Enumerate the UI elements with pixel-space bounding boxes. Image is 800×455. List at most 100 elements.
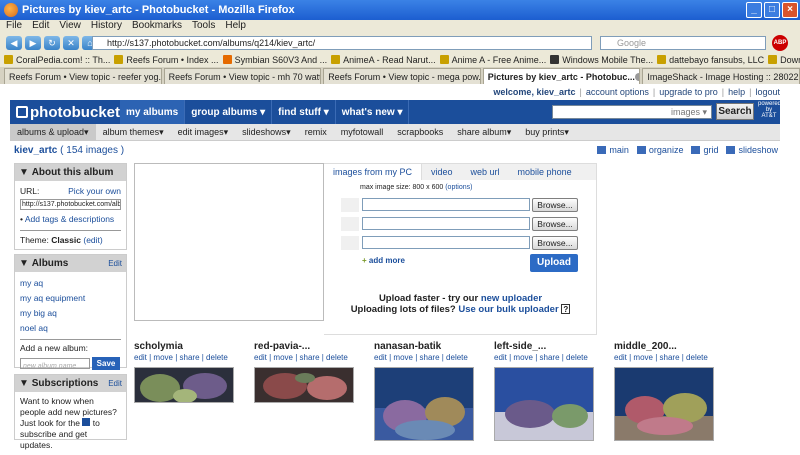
view-organize[interactable]: organize [637,145,684,155]
browser-tab[interactable]: Reefs Forum • View topic - reefer yog... [4,68,162,84]
bookmark-item[interactable]: CoralPedia.com! :: Th... [4,55,110,65]
add-tags-link[interactable]: Add tags & descriptions [25,214,114,224]
upgrade-link[interactable]: upgrade to pro [659,87,718,97]
thumbnail-title[interactable]: red-pavia-... [254,341,364,353]
upload-button[interactable]: Upload [530,254,578,272]
subnav-remix[interactable]: remix [298,127,334,137]
adblock-icon[interactable]: ABP [772,35,788,51]
album-link[interactable]: noel aq [20,323,48,333]
bookmark-item[interactable]: dattebayo fansubs, LLC [657,55,764,65]
bookmark-item[interactable]: Reefs Forum • Index ... [114,55,219,65]
new-uploader-link[interactable]: new uploader [481,293,542,304]
thumbnail-actions[interactable]: edit | move | share | delete [374,353,484,364]
subs-edit-link[interactable]: Edit [108,379,122,388]
subnav-slideshows[interactable]: slideshows▾ [235,127,298,138]
subnav-share-album[interactable]: share album▾ [450,127,518,138]
menu-view[interactable]: View [59,20,81,34]
thumbnail-actions[interactable]: edit | move | share | delete [614,353,724,364]
theme-edit-link[interactable]: (edit) [83,235,102,245]
menu-edit[interactable]: Edit [32,20,49,34]
coral-photo[interactable] [254,367,355,404]
close-button[interactable]: × [782,2,798,18]
view-slideshow[interactable]: slideshow [726,145,778,155]
menu-tools[interactable]: Tools [192,20,215,34]
tab-video[interactable]: video [422,164,462,180]
add-more-link[interactable]: add more [362,256,405,265]
help-icon[interactable]: ? [561,304,571,314]
album-link[interactable]: my aq equipment [20,293,85,303]
bookmark-item[interactable]: Windows Mobile The... [550,55,653,65]
albums-edit-link[interactable]: Edit [108,259,122,268]
nav-group-albums[interactable]: group albums ▾ [185,100,273,124]
welcome-link[interactable]: welcome, kiev_artc [493,87,575,97]
browse-button[interactable]: Browse... [532,217,578,231]
address-bar[interactable]: http://s137.photobucket.com/albums/q214/… [92,36,592,50]
about-header[interactable]: ▼ About this album [15,164,126,181]
coral-photo[interactable] [134,367,235,404]
browse-button[interactable]: Browse... [532,198,578,212]
subnav-buy-prints[interactable]: buy prints▾ [518,127,576,138]
back-icon[interactable]: ◀ [6,36,22,50]
coral-photo[interactable] [494,367,595,442]
coral-photo[interactable] [374,367,475,442]
bookmark-item[interactable]: Anime A - Free Anime... [439,55,546,65]
menu-file[interactable]: File [6,20,22,34]
thumbnail-actions[interactable]: edit | move | share | delete [494,353,604,364]
bookmark-item[interactable]: AnimeA - Read Narut... [331,55,436,65]
maximize-button[interactable]: □ [764,2,780,18]
close-tab-icon[interactable] [634,72,640,81]
options-link[interactable]: (options) [445,184,472,191]
thumbnail-title[interactable]: left-side_... [494,341,604,353]
coral-photo[interactable] [614,367,715,442]
help-link[interactable]: help [728,87,745,97]
thumbnail-title[interactable]: nanasan-batik [374,341,484,353]
file-input[interactable] [362,198,530,211]
file-input[interactable] [362,236,530,249]
subnav-albums-upload[interactable]: albums & upload▾ [10,123,96,141]
thumbnail-actions[interactable]: edit | move | share | delete [134,353,244,364]
browser-tab[interactable]: ImageShack - Image Hosting :: 28022... [642,68,800,84]
minimize-button[interactable]: _ [746,2,762,18]
save-album-button[interactable]: Save [92,357,120,371]
subnav-myfotowall[interactable]: myfotowall [334,127,391,137]
subnav-edit-images[interactable]: edit images▾ [171,127,236,138]
view-main[interactable]: main [597,145,629,155]
browse-button[interactable]: Browse... [532,236,578,250]
thumbnail-actions[interactable]: edit | move | share | delete [254,353,364,364]
nav-find-stuff[interactable]: find stuff ▾ [272,100,336,124]
browser-tab[interactable]: Reefs Forum • View topic - mega pow... [323,68,481,84]
reload-icon[interactable]: ↻ [44,36,60,50]
album-link[interactable]: my big aq [20,308,57,318]
bulk-uploader-link[interactable]: Use our bulk uploader [458,304,558,315]
photobucket-logo[interactable]: photobucket [16,104,120,121]
browser-tab[interactable]: Reefs Forum • View topic - mh 70 watt [163,68,322,84]
account-options-link[interactable]: account options [586,87,649,97]
menu-help[interactable]: Help [225,20,246,34]
tab-mobile-phone[interactable]: mobile phone [509,164,581,180]
albums-header[interactable]: ▼ Albums Edit [15,255,126,272]
view-grid[interactable]: grid [691,145,718,155]
nav-my-albums[interactable]: my albums [120,100,186,124]
site-search-input[interactable]: images ▾ [552,105,712,119]
subnav-album-themes[interactable]: album themes▾ [96,127,171,138]
tab-images-from-pc[interactable]: images from my PC [324,164,423,180]
thumbnail-title[interactable]: middle_200... [614,341,724,353]
subscribe-icon[interactable] [82,418,91,426]
site-search-button[interactable]: Search [716,103,754,120]
subscriptions-header[interactable]: ▼ Subscriptions Edit [15,375,126,392]
bookmark-item[interactable]: Symbian S60V3 And ... [222,55,327,65]
thumbnail-title[interactable]: scholymia [134,341,244,353]
menu-bookmarks[interactable]: Bookmarks [132,20,182,34]
forward-icon[interactable]: ▶ [25,36,41,50]
stop-icon[interactable]: ✕ [63,36,79,50]
nav-whats-new[interactable]: what's new ▾ [336,100,410,124]
browser-tab-active[interactable]: Pictures by kiev_artc - Photobuc... [482,68,641,84]
album-name[interactable]: kiev_artc [14,145,57,156]
album-link[interactable]: my aq [20,278,43,288]
subnav-scrapbooks[interactable]: scrapbooks [390,127,450,137]
menu-history[interactable]: History [91,20,122,34]
browser-search-input[interactable]: Google [600,36,766,50]
tab-web-url[interactable]: web url [462,164,509,180]
bookmark-item[interactable]: Downloads | Naruto E... [768,55,800,65]
file-input[interactable] [362,217,530,230]
